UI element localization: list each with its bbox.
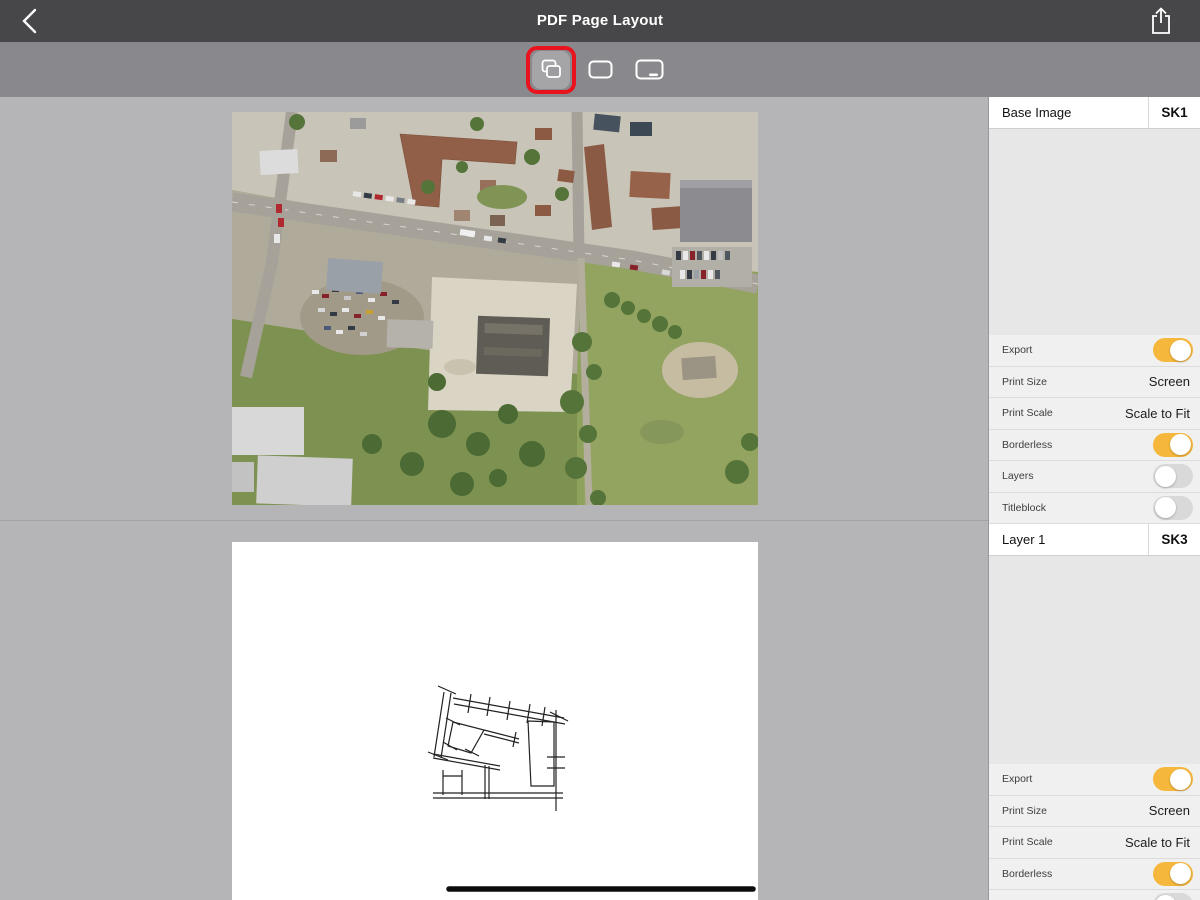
- setting-label: Export: [1002, 344, 1153, 356]
- mode-single-page-button[interactable]: [581, 51, 619, 89]
- annotated-mode: [532, 51, 570, 89]
- top-nav-bar: PDF Page Layout: [0, 0, 1200, 42]
- line-sketch-drawing: [232, 542, 758, 900]
- layer-tag-badge[interactable]: SK3: [1149, 524, 1200, 555]
- toggle-knob: [1170, 769, 1191, 790]
- page-layer-1[interactable]: [232, 542, 758, 900]
- mode-titleblock-page-button[interactable]: [630, 51, 668, 89]
- setting-label: Export: [1002, 773, 1153, 785]
- page-title: PDF Page Layout: [0, 12, 1200, 29]
- setting-value: Screen: [1149, 374, 1193, 389]
- layers-settings-sidebar: Base Image SK1 Export Print Size Screen …: [988, 97, 1200, 900]
- layer-tag-badge[interactable]: SK1: [1149, 97, 1200, 128]
- multi-page-icon: [539, 58, 563, 82]
- layers-toggle[interactable]: [1153, 893, 1193, 900]
- setting-value: Scale to Fit: [1125, 835, 1193, 850]
- setting-label: Print Scale: [1002, 836, 1125, 848]
- setting-value: Scale to Fit: [1125, 406, 1193, 421]
- document-canvas[interactable]: [0, 97, 988, 900]
- setting-row-export: Export: [989, 335, 1200, 367]
- titleblock-toggle[interactable]: [1153, 496, 1193, 520]
- toggle-knob: [1155, 466, 1176, 487]
- share-icon: [1148, 6, 1174, 36]
- setting-value: Screen: [1149, 803, 1193, 818]
- export-toggle[interactable]: [1153, 767, 1193, 791]
- setting-label: Borderless: [1002, 439, 1153, 451]
- section-header-layer-1[interactable]: Layer 1 SK3: [989, 524, 1200, 556]
- layout-mode-toolbar: [0, 42, 1200, 97]
- setting-row-print-size[interactable]: Print Size Screen: [989, 367, 1200, 399]
- section-header-base-image[interactable]: Base Image SK1: [989, 97, 1200, 129]
- section-spacer: [989, 556, 1200, 764]
- setting-row-titleblock: Titleblock: [989, 493, 1200, 525]
- setting-row-print-scale[interactable]: Print Scale Scale to Fit: [989, 398, 1200, 430]
- toggle-knob: [1170, 340, 1191, 361]
- aerial-photo: [232, 112, 758, 505]
- toggle-knob: [1170, 434, 1191, 455]
- section-spacer: [989, 129, 1200, 335]
- setting-row-layers-partial: Layers: [989, 890, 1200, 900]
- page-base-image[interactable]: [232, 112, 758, 505]
- layer-name-label: Layer 1: [989, 524, 1149, 555]
- borderless-toggle[interactable]: [1153, 862, 1193, 886]
- setting-label: Titleblock: [1002, 502, 1153, 514]
- toggle-knob: [1155, 895, 1176, 900]
- setting-row-borderless: Borderless: [989, 859, 1200, 891]
- layer-name-label: Base Image: [989, 97, 1149, 128]
- single-page-icon: [587, 59, 614, 80]
- setting-row-export: Export: [989, 764, 1200, 796]
- share-button[interactable]: [1148, 6, 1174, 36]
- setting-row-layers: Layers: [989, 461, 1200, 493]
- borderless-toggle[interactable]: [1153, 433, 1193, 457]
- setting-row-borderless: Borderless: [989, 430, 1200, 462]
- setting-label: Print Scale: [1002, 407, 1125, 419]
- titleblock-page-icon: [634, 58, 665, 81]
- setting-row-print-scale[interactable]: Print Scale Scale to Fit: [989, 827, 1200, 859]
- toggle-knob: [1170, 863, 1191, 884]
- page-separator: [0, 520, 988, 521]
- export-toggle[interactable]: [1153, 338, 1193, 362]
- setting-label: Print Size: [1002, 805, 1149, 817]
- setting-label: Print Size: [1002, 376, 1149, 388]
- mode-multi-page-button[interactable]: [532, 51, 570, 89]
- setting-row-print-size[interactable]: Print Size Screen: [989, 796, 1200, 828]
- setting-label: Layers: [1002, 470, 1153, 482]
- setting-label: Borderless: [1002, 868, 1153, 880]
- layers-toggle[interactable]: [1153, 464, 1193, 488]
- toggle-knob: [1155, 497, 1176, 518]
